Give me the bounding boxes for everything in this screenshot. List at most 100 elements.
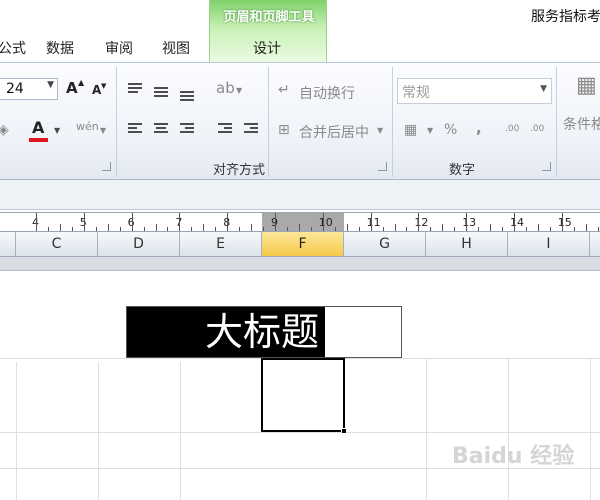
increase-decimal-button[interactable]: .00 [505,125,519,134]
align-middle-icon[interactable] [154,87,168,99]
tab-review[interactable]: 审阅 [105,38,133,58]
column-header-g[interactable]: G [344,232,426,256]
ruler-tick [478,227,480,231]
ruler-tick [502,227,504,231]
ruler-tick [418,213,420,231]
align-center-icon[interactable] [154,123,168,135]
ruler-number: 11 [366,216,381,229]
conditional-format-button[interactable]: 条件格 [563,114,600,134]
align-right-icon[interactable] [180,123,194,135]
ruler-tick [239,227,241,231]
decrease-decimal-button[interactable]: .00 [530,125,544,134]
header-title-text[interactable]: 大标题 [205,311,319,353]
ruler-tick [95,227,97,231]
tab-data[interactable]: 数据 [46,38,74,58]
ribbon: 24 ▼ A ▲ A ▼ ◈ A ▼ wén ▼ ab ▼ ↵ 自动换行 ⊞ 合… [0,62,600,180]
alignment-group-label: 对齐方式 [213,163,266,178]
wrap-text-icon: ↵ [278,82,290,98]
ruler-tick [358,227,360,231]
tab-view[interactable]: 视图 [162,38,190,58]
grid-line [180,362,181,500]
ruler-tick [107,224,109,231]
align-top-icon[interactable] [128,83,142,95]
orientation-icon[interactable]: ab [216,81,235,96]
formula-bar-area [0,180,600,210]
tab-formulas[interactable]: 公式 [0,38,26,58]
grid-line [426,358,427,500]
column-header-d[interactable]: D [98,232,180,256]
header-title-box[interactable]: 大标题 [126,306,402,358]
ruler-tick [155,224,157,231]
ruler-tick [406,227,408,231]
ruler-number: 14 [510,216,524,229]
ruler-tick [382,227,384,231]
shrink-font-button[interactable]: A [92,84,101,96]
ruler-tick [286,227,288,231]
shrink-font-arrow-icon: ▼ [101,82,107,90]
align-left-icon[interactable] [128,123,142,135]
ruler-tick [466,213,468,231]
merge-center-icon: ⊞ [278,122,290,138]
alignment-dialog-launcher-icon[interactable] [378,162,387,171]
ruler-tick [83,213,85,231]
phonetic-guide-button[interactable]: wén [76,121,99,132]
chevron-down-icon[interactable]: ▼ [427,127,433,135]
chevron-down-icon[interactable]: ▼ [47,80,54,90]
increase-indent-icon[interactable] [244,123,258,135]
column-header-i[interactable]: I [508,232,590,256]
ruler-tick [263,227,265,231]
chevron-down-icon[interactable]: ▼ [236,87,242,95]
merge-center-button[interactable]: 合并后居中 [299,122,369,142]
font-color-swatch [29,138,48,142]
font-color-button[interactable]: A [32,120,44,136]
conditional-format-icon[interactable]: ▦ [576,75,597,97]
ruler-tick [215,227,217,231]
chevron-down-icon[interactable]: ▼ [540,84,547,94]
ruler-tick [597,227,599,231]
chevron-down-icon[interactable]: ▼ [54,127,60,135]
font-dialog-launcher-icon[interactable] [102,162,111,171]
grow-font-button[interactable]: A [66,81,78,96]
ruler-tick [298,224,300,231]
document-title: 服务指标考 [531,9,600,25]
ruler-tick [59,224,61,231]
ruler-tick [275,213,276,231]
ruler-tick [143,227,145,231]
fill-handle[interactable] [341,428,347,434]
fill-color-icon[interactable]: ◈ [0,123,9,137]
ruler-tick [36,213,37,231]
ruler-tick [394,224,396,231]
font-size-combo[interactable]: 24 ▼ [0,78,58,100]
column-header-f[interactable]: F [262,232,344,256]
tab-design[interactable]: 设计 [253,38,281,58]
group-separator [392,67,393,177]
column-header-h[interactable]: H [426,232,508,256]
page-margin-gap [0,257,600,271]
ruler-tick [514,213,515,231]
ruler-tick [430,227,432,231]
currency-format-icon[interactable]: ▦ [404,123,417,137]
column-header-b-partial[interactable] [0,232,16,256]
decrease-indent-icon[interactable] [218,123,232,135]
chevron-down-icon[interactable]: ▼ [100,127,106,135]
comma-style-button[interactable]: , [476,121,482,136]
horizontal-ruler: 45678910111213141516 [0,212,600,232]
percent-style-button[interactable]: % [444,123,457,137]
group-separator [116,67,117,177]
column-header-c[interactable]: C [16,232,98,256]
active-cell[interactable] [261,358,347,434]
ruler-tick [131,213,133,231]
wrap-text-button[interactable]: 自动换行 [299,83,355,103]
ruler-number: 10 [318,216,333,229]
number-dialog-launcher-icon[interactable] [542,162,551,171]
number-format-combo[interactable]: 常规 ▼ [397,78,552,104]
ruler-number: 13 [462,216,477,229]
ruler-tick [370,213,372,231]
grid-line [16,362,17,500]
group-separator [268,67,269,177]
column-header-e[interactable]: E [180,232,262,256]
ruler-tick [227,213,229,231]
align-bottom-icon[interactable] [180,91,194,103]
chevron-down-icon[interactable]: ▼ [377,127,383,135]
ruler-number: 15 [557,216,572,229]
